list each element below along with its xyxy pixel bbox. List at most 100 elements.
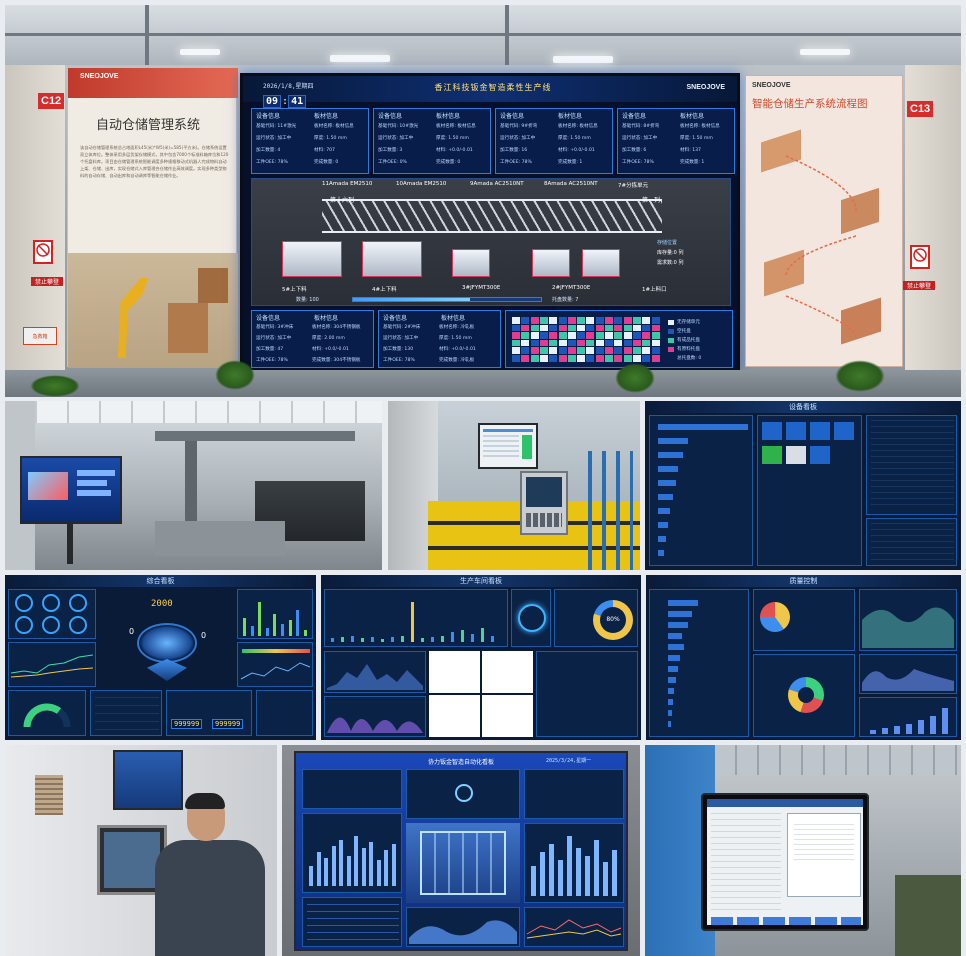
panel-row: 厚度: 1.50 mm <box>680 136 713 141</box>
storage-cell <box>623 347 632 354</box>
device-status-tile <box>786 422 806 440</box>
panel-row: 材料: +0.0/-0.01 <box>436 148 473 153</box>
device-bar <box>658 550 664 556</box>
storage-cell <box>586 355 595 362</box>
ring-gauge <box>42 616 60 634</box>
automation-board-bg: 协力钣金智造自动化看板 2025/3/24,星期一 <box>296 753 626 949</box>
auto-area-chart <box>409 920 517 944</box>
ceiling-lamp <box>330 55 390 62</box>
auto-bar <box>391 844 396 886</box>
background-machinery <box>895 875 961 956</box>
panel-row: 完成数量: 0 <box>436 160 461 165</box>
production-bar <box>461 630 464 642</box>
production-dashboard-title: 生产车间看板 <box>321 575 641 587</box>
sign-label-right: 禁止攀登 <box>903 281 935 290</box>
auto-bar-2 <box>594 840 599 896</box>
storage-cell <box>651 324 660 332</box>
production-bar <box>431 637 434 642</box>
legend-swatch <box>668 356 674 361</box>
quality-bar-2 <box>918 720 924 734</box>
storage-cell <box>623 324 632 332</box>
storage-cell <box>577 347 586 354</box>
storage-cell <box>623 355 632 362</box>
tablet-dialog-body <box>794 824 854 864</box>
panel-heading: 设备信息 <box>622 113 647 120</box>
donut-panel: 80% <box>554 589 638 647</box>
storage-cell <box>586 324 595 332</box>
storage-cell <box>539 317 548 324</box>
auto-table <box>307 904 399 944</box>
panel-row: 完成数量: 冷轧板 <box>439 358 475 363</box>
production-donut: 80% <box>593 600 633 640</box>
panel-row: 板材名称: 冷轧板 <box>439 325 475 330</box>
storage-cell <box>577 317 586 324</box>
panel-heading: 设备信息 <box>256 315 281 322</box>
booth-badge-right: C13 <box>907 101 934 117</box>
first-aid-box: 急救箱 <box>23 327 57 345</box>
workshop-photo-1 <box>5 401 382 570</box>
ring-gauge <box>69 594 87 612</box>
device-info-panel: 设备信息 板材信息 基础代码: 2#冲床 运行状态: 加工中 加工数量: 130 工件OE… <box>378 310 501 368</box>
cnc-controller <box>520 471 568 535</box>
area-chart-panel <box>324 651 426 693</box>
legend-swatch <box>668 347 674 352</box>
panel-row: 板材名称: 304不锈钢板 <box>312 325 361 330</box>
right-poster: SNEOJOVE 智能仓储生产系统流程图 <box>745 75 903 367</box>
device-status-tile <box>810 422 830 440</box>
device-bar <box>658 480 676 486</box>
storage-cell <box>549 355 558 362</box>
production-bar <box>451 632 454 642</box>
panel-row: 板材名称: 板材信息 <box>314 124 354 129</box>
donut2-panel <box>753 654 855 737</box>
booth-badge-left: C12 <box>38 93 65 109</box>
monitor-bar <box>77 490 111 496</box>
ceiling-lamp <box>180 49 220 55</box>
operator-body <box>155 840 265 956</box>
vent-grille <box>35 775 63 815</box>
auto-bar <box>324 858 328 886</box>
storage-cell <box>539 347 548 354</box>
quality-area-panel-2 <box>859 654 957 694</box>
panel-row: 工件OEE: 78% <box>622 160 654 165</box>
panel-row: 运行状态: 加工中 <box>500 136 536 141</box>
production-bar <box>441 636 444 642</box>
production-bar <box>471 634 474 642</box>
overview-dashboard: 综合看板 2000 0 0 999999 999999 <box>5 575 316 740</box>
machine-block <box>452 249 490 277</box>
device-info-panel: 设备信息 板材信息 基础代码: 11#激光 运行状态: 加工中 加工数量: 4 工件OEE… <box>251 108 369 174</box>
storage-cell <box>642 317 651 324</box>
screen-status <box>522 435 532 459</box>
device-info-panel: 设备信息 板材信息 基础代码: 3#冲床 运行状态: 加工中 加工数量: 47 工件OEE… <box>251 310 374 368</box>
storage-cell <box>632 332 641 339</box>
tablet-screen <box>707 799 863 925</box>
device-status-tile <box>834 422 854 440</box>
storage-cell <box>586 317 595 324</box>
auto-panel <box>524 769 624 819</box>
storage-cell <box>632 355 641 362</box>
storage-cell <box>586 347 595 354</box>
tablet-buttons <box>711 917 861 925</box>
device-bar <box>658 522 668 528</box>
quality-bar-2 <box>870 730 876 734</box>
panel-heading: 板材信息 <box>436 113 461 120</box>
panel-row: 运行状态: 加工中 <box>383 336 419 341</box>
poster-brand-right: SNEOJOVE <box>752 82 791 89</box>
production-bar <box>351 636 354 642</box>
production-bar <box>331 638 334 642</box>
storage-cell <box>605 317 613 324</box>
plant <box>30 375 80 397</box>
center-hologram <box>137 623 197 663</box>
storage-cell <box>539 332 548 339</box>
machine-labels-bottom: 5#上下料 4#上下料 3#JFYMT300E 2#JFYMT300E 1#上料口 <box>252 285 732 295</box>
automation-board-photo: 协力钣金智造自动化看板 2025/3/24,星期一 <box>282 745 640 956</box>
monitor-bar <box>77 470 115 476</box>
right-poster-title: 智能仓储生产系统流程图 <box>752 98 868 110</box>
legend-swatch <box>668 329 674 334</box>
quality-donut <box>788 677 824 713</box>
upper-monitor <box>478 423 538 469</box>
tablet-photo <box>645 745 961 956</box>
storage-cell <box>632 324 641 332</box>
device-bar <box>658 438 688 444</box>
quality-bar-panel-2 <box>859 697 957 737</box>
quality-bar <box>668 721 671 727</box>
